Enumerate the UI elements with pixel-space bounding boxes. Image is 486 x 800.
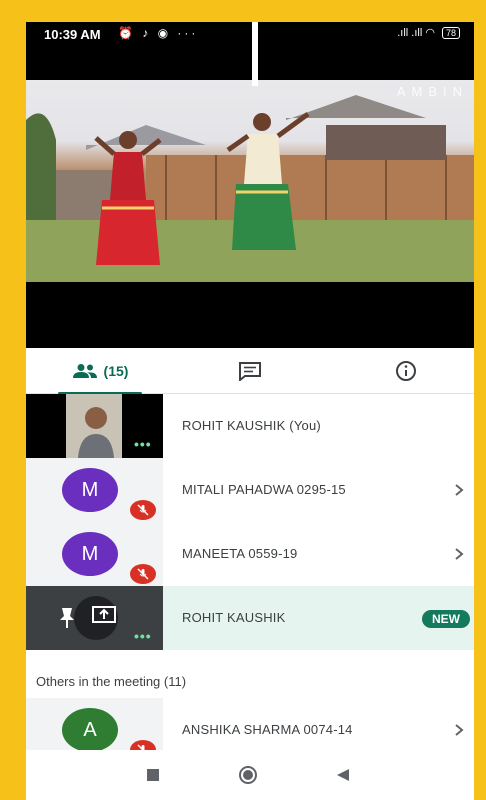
participant-count: (15) [103,363,129,379]
wifi-icon: ◠ [425,27,438,39]
tab-people[interactable]: (15) [50,348,150,395]
new-badge: NEW [422,610,470,628]
section-title-others: Others in the meeting (11) [36,674,187,689]
participant-row[interactable]: M MANEETA 0559-19 [26,522,474,586]
info-icon [396,361,416,381]
system-icons: .ıll .ıll ◠ 78 [397,26,460,39]
signal-icon: .ıll .ıll [397,27,423,39]
system-nav-bar [26,750,474,800]
participant-tile: M [26,522,163,586]
avatar: A [62,708,118,752]
tab-chat[interactable] [226,348,274,394]
participant-name: ROHIT KAUSHIK [182,610,286,625]
battery-icon: 78 [441,27,460,39]
participant-name: MANEETA 0559-19 [182,546,298,561]
audio-level-icon: ••• [134,436,152,452]
chevron-right-icon[interactable] [454,458,464,522]
avatar: M [62,532,118,576]
clock: 10:39 AM [44,27,101,42]
video-frame: AMBIN [26,80,474,282]
mic-off-icon [130,564,156,584]
home-button[interactable] [238,765,258,790]
participant-name: MITALI PAHADWA 0295-15 [182,482,346,497]
audio-level-icon: ••• [134,628,152,644]
dancers-illustration [26,95,474,282]
tab-info[interactable] [382,348,430,394]
presentation-tile: ••• [26,586,163,650]
back-button[interactable] [336,768,350,787]
notch-overlay [252,22,258,86]
participant-row[interactable]: M MITALI PAHADWA 0295-15 [26,458,474,522]
participant-name: ROHIT KAUSHIK (You) [182,418,321,433]
chat-icon [239,362,261,381]
video-stage[interactable]: AMBIN [26,80,474,348]
mic-off-icon [130,500,156,520]
chevron-right-icon[interactable] [454,522,464,586]
status-bar: 10:39 AM ⏰ ♪ ◉ ··· .ıll .ıll ◠ 78 [26,22,474,80]
self-video-thumbnail: ••• [26,394,163,458]
avatar: M [62,468,118,512]
participant-tile: M [26,458,163,522]
notification-icons: ⏰ ♪ ◉ ··· [118,26,199,40]
tab-bar: (15) [26,348,474,395]
recents-button[interactable] [146,768,160,787]
present-screen-icon [92,606,116,631]
participant-row-self[interactable]: ••• ROHIT KAUSHIK (You) [26,394,474,458]
phone-screen: 10:39 AM ⏰ ♪ ◉ ··· .ıll .ıll ◠ 78 AMBIN … [26,22,474,800]
people-icon [72,364,97,378]
participant-row-presenting[interactable]: ••• ROHIT KAUSHIK NEW [26,586,474,650]
watermark: AMBIN [396,84,468,99]
